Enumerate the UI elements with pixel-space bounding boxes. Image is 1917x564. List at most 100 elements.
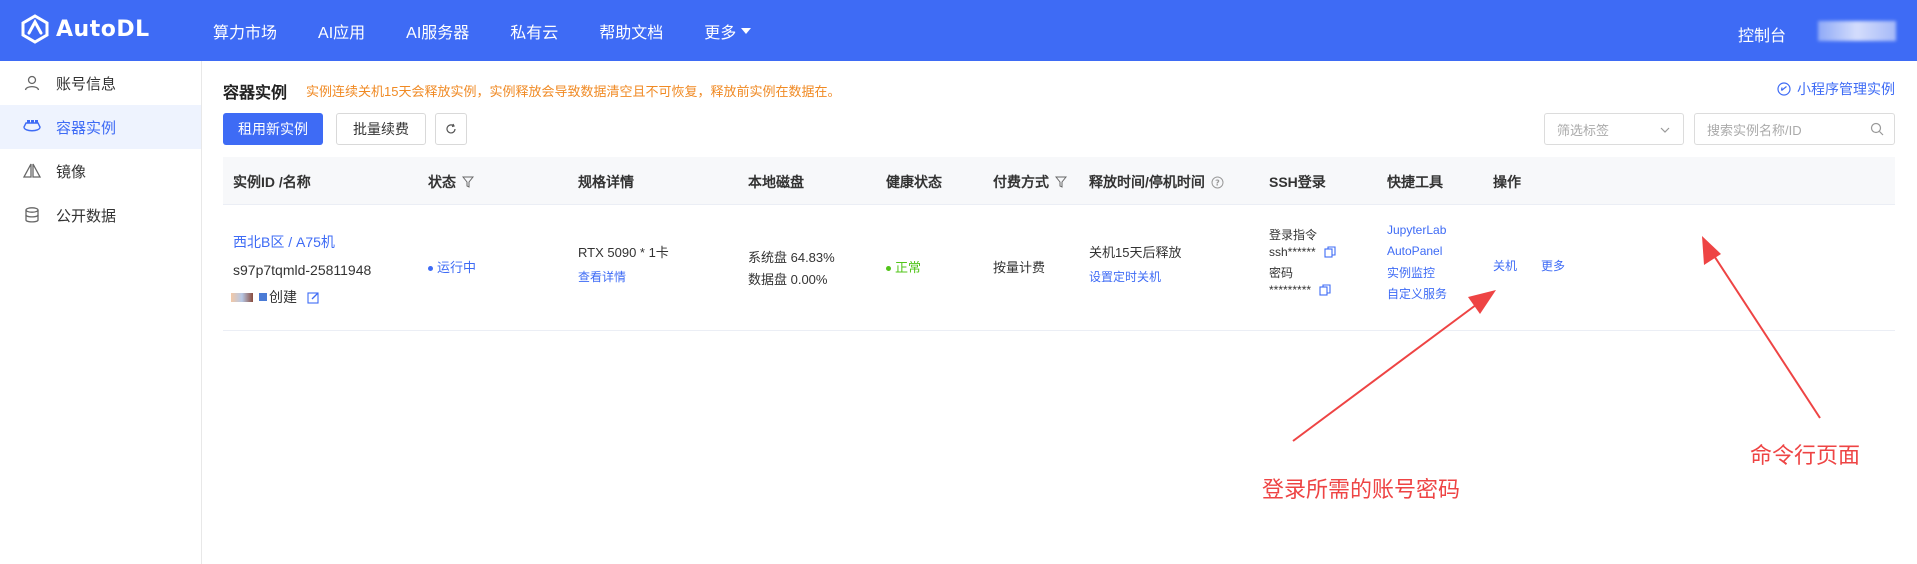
sidebar-item-account[interactable]: 账号信息 [0,61,201,105]
tool-custom-service-link[interactable]: 自定义服务 [1387,285,1447,302]
ssh-command-row: ssh****** [1269,245,1336,259]
filter-placeholder: 筛选标签 [1557,122,1610,138]
sidebar-item-label: 容器实例 [56,119,117,137]
health-status: 正常 [886,257,921,276]
refresh-icon [446,123,456,134]
header-billing[interactable]: 付费方式 [993,172,1067,192]
brand-logo[interactable]: AutoDL [20,14,150,44]
nav-item-private-cloud[interactable]: 私有云 [510,19,558,43]
header-tools: 快捷工具 [1387,174,1443,190]
status-badge: 运行中 [428,257,476,276]
release-warning: 实例连续关机15天会释放实例，实例释放会导致数据清空且不可恢复，释放前实例在数据… [306,84,841,99]
sidebar-item-images[interactable]: 镜像 [0,149,201,193]
user-icon [22,73,42,93]
creator-redacted [231,292,253,302]
filter-icon [1055,176,1067,188]
sidebar-item-label: 账号信息 [56,75,117,93]
status-dot [428,266,433,272]
system-disk-usage: 系统盘 64.83% [748,250,835,265]
shutdown-button[interactable]: 关机 [1493,257,1517,274]
brand-name: AutoDL [56,16,150,42]
table-header: 实例ID /名称 状态 规格详情 本地磁盘 健康状态 付费方式 释放时间/停机时… [223,157,1895,205]
header-label: 付费方式 [993,174,1049,190]
health-dot [886,266,891,272]
sidebar: 账号信息 容器实例 镜像 公开数据 [0,61,202,564]
data-disk-usage: 数据盘 0.00% [748,272,828,287]
user-avatar-blurred[interactable] [1818,21,1896,41]
nav-label: 帮助文档 [599,24,664,42]
creator-line: 创建 [231,287,320,307]
release-info: 关机15天后释放 [1089,245,1182,260]
header-spec: 规格详情 [578,174,634,190]
sidebar-item-public-data[interactable]: 公开数据 [0,193,201,237]
tool-monitor-link[interactable]: 实例监控 [1387,264,1435,281]
nav-item-compute-market[interactable]: 算力市场 [213,19,277,43]
copy-icon[interactable] [1319,284,1331,296]
console-link[interactable]: 控制台 [1738,22,1786,46]
terminal-annotation-text: 命令行页面 [1750,444,1861,469]
billing-type: 按量计费 [993,260,1046,275]
copy-icon[interactable] [1324,246,1336,258]
status-label: 运行中 [437,260,477,275]
svg-text:?: ? [1215,178,1220,187]
header-instance-id: 实例ID /名称 [233,174,311,190]
tool-autopanel-link[interactable]: AutoPanel [1387,244,1442,258]
instance-region-name[interactable]: 西北B区 / A75机 [233,232,335,252]
header-ssh: SSH登录 [1269,174,1326,190]
nav-item-more[interactable]: 更多 [704,19,752,43]
chevron-down-icon [1660,127,1670,133]
search-icon [1870,122,1884,136]
top-navigation-bar: AutoDL 算力市场 AI应用 AI服务器 私有云 帮助文档 更多 控制台 [0,0,1917,61]
creator-square [259,293,267,301]
header-label: 状态 [428,174,456,190]
set-timed-shutdown-link[interactable]: 设置定时关机 [1089,268,1161,285]
table-row: 西北B区 / A75机 s97p7tqmld-25811948 创建 运行中 R… [223,205,1895,331]
tool-jupyterlab-link[interactable]: JupyterLab [1387,223,1446,237]
page-title: 容器实例 [223,85,288,102]
rent-new-instance-button[interactable]: 租用新实例 [223,113,323,145]
nav-item-help-docs[interactable]: 帮助文档 [599,19,663,43]
main-nav: 算力市场 AI应用 AI服务器 私有云 帮助文档 更多 [213,0,792,61]
health-label: 正常 [895,260,922,275]
header-release-time: 释放时间/停机时间? [1089,172,1224,192]
nav-item-ai-servers[interactable]: AI服务器 [406,19,469,43]
instance-search-input[interactable]: 搜索实例名称/ID [1694,113,1895,145]
nav-label: 私有云 [510,24,559,42]
filter-icon [462,176,474,188]
ssh-annotation-text: 登录所需的账号密码 [1262,478,1461,503]
autodl-logo-icon [21,14,49,44]
database-icon [22,205,42,225]
header-status[interactable]: 状态 [428,172,474,192]
instances-table: 实例ID /名称 状态 规格详情 本地磁盘 健康状态 付费方式 释放时间/停机时… [223,157,1895,331]
header-actions: 操作 [1493,174,1521,190]
header-label: 释放时间/停机时间 [1089,174,1205,190]
search-placeholder: 搜索实例名称/ID [1707,122,1802,138]
mini-program-label: 小程序管理实例 [1797,81,1895,97]
main-content: 容器实例 实例连续关机15天会释放实例，实例释放会导致数据清空且不可恢复，释放前… [203,61,1917,564]
caret-down-icon [741,27,752,34]
edit-icon[interactable] [307,291,320,304]
creator-suffix: 创建 [269,289,297,305]
ssh-password-value: ********* [1269,283,1312,297]
sidebar-item-label: 镜像 [56,163,87,181]
nav-label: AI服务器 [406,24,470,42]
header-health: 健康状态 [886,174,942,190]
batch-renew-button[interactable]: 批量续费 [336,113,426,145]
sidebar-item-label: 公开数据 [56,207,117,225]
header-disk: 本地磁盘 [748,174,804,190]
spec-details-link[interactable]: 查看详情 [578,268,626,285]
sidebar-item-containers[interactable]: 容器实例 [0,105,201,149]
nav-label: 更多 [704,24,737,42]
refresh-button[interactable] [435,113,467,145]
mirror-icon [22,161,42,181]
mini-program-icon [1777,82,1791,96]
ssh-command-value: ssh****** [1269,245,1316,259]
more-actions-button[interactable]: 更多 [1541,257,1565,274]
tag-filter-select[interactable]: 筛选标签 [1544,113,1684,145]
spec-gpu: RTX 5090 * 1卡 [578,245,669,260]
help-icon[interactable]: ? [1211,176,1224,189]
nav-item-ai-apps[interactable]: AI应用 [318,19,365,43]
ssh-command-label: 登录指令 [1269,228,1318,242]
mini-program-link[interactable]: 小程序管理实例 [1777,79,1895,99]
nav-label: AI应用 [318,24,366,42]
